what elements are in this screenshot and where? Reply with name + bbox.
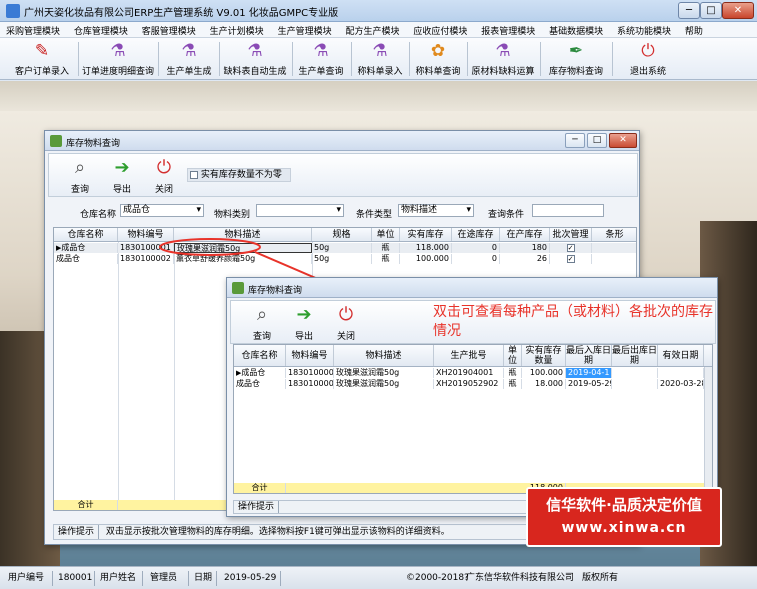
- table-row[interactable]: 成品仓 1830100001 玫瑰果滋润霜50g XH2019052902 瓶 …: [234, 379, 712, 389]
- close-window-button[interactable]: ⏻ 关闭: [329, 303, 363, 343]
- batch-grid: 仓库名称 物料编号 物料描述 生产批号 单位 实有库存数量 最后入库日期 最后出…: [233, 344, 713, 494]
- query-button[interactable]: ⌕ 查询: [245, 303, 279, 343]
- column-header[interactable]: 物料描述: [334, 345, 434, 366]
- column-header[interactable]: 实有库存数量: [522, 345, 566, 366]
- power-icon: ⏻: [338, 304, 354, 325]
- window-titlebar: 库存物料查询: [227, 278, 717, 298]
- arrow-right-icon: ➔: [296, 304, 312, 325]
- vertical-scrollbar[interactable]: [704, 367, 712, 493]
- brand-watermark: 信华软件·品质决定价值 www.xinwa.cn: [526, 487, 722, 547]
- annotation-text: 双击可查看每种产品（或材料）各批次的库存情况: [433, 304, 713, 339]
- window-icon: [232, 282, 244, 294]
- column-header[interactable]: 仓库名称: [234, 345, 286, 366]
- export-button[interactable]: ➔ 导出: [287, 303, 321, 343]
- status-bar: 用户编号 180001 用户姓名 管理员 日期 2019-05-29 ©2000…: [0, 566, 757, 589]
- column-header[interactable]: 生产批号: [434, 345, 504, 366]
- column-header[interactable]: 最后出库日期: [612, 345, 658, 366]
- column-header[interactable]: 单位: [504, 345, 522, 366]
- grid-header: 仓库名称 物料编号 物料描述 生产批号 单位 实有库存数量 最后入库日期 最后出…: [234, 345, 712, 367]
- column-header[interactable]: 物料编号: [286, 345, 334, 366]
- column-header[interactable]: 有效日期: [658, 345, 704, 366]
- column-header[interactable]: 最后入库日期: [566, 345, 612, 366]
- magnifier-icon: ⌕: [256, 304, 268, 325]
- table-row[interactable]: ▶成品仓 1830100001 玫瑰果滋润霜50g XH201904001 瓶 …: [234, 368, 712, 378]
